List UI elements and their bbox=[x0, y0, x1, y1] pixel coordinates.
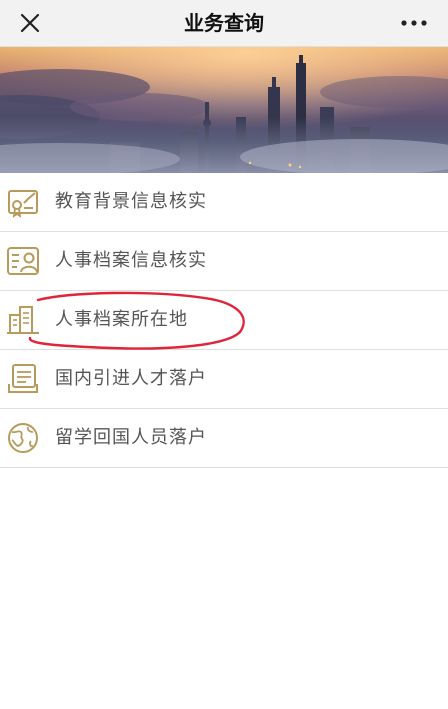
top-bar: 业务查询 bbox=[0, 0, 448, 47]
document-stack-icon bbox=[8, 364, 38, 393]
menu-item-label: 人事档案所在地 bbox=[55, 309, 188, 330]
banner-image bbox=[0, 47, 448, 173]
city-skyline-banner bbox=[0, 47, 448, 173]
menu-item-domestic-talent-settle[interactable]: 国内引进人才落户 bbox=[0, 350, 448, 409]
more-button[interactable] bbox=[394, 8, 434, 38]
menu-item-label: 留学回国人员落户 bbox=[55, 427, 207, 448]
close-button[interactable] bbox=[14, 8, 46, 38]
service-menu: 教育背景信息核实 人事档案信息核实 人事档案所在地 国内引进人才落户 留学回国人… bbox=[0, 173, 448, 468]
page: 业务查询 教育背景信息核实 人事档案信息核实 人事档案所在地 国内引进人才落户 … bbox=[0, 0, 448, 709]
buildings-icon bbox=[7, 306, 39, 334]
menu-item-returnee-settle[interactable]: 留学回国人员落户 bbox=[0, 409, 448, 468]
more-dots-icon bbox=[401, 20, 427, 26]
menu-item-personnel-file-location[interactable]: 人事档案所在地 bbox=[0, 291, 448, 350]
menu-item-label: 教育背景信息核实 bbox=[55, 191, 207, 212]
menu-item-label: 国内引进人才落户 bbox=[55, 368, 207, 389]
id-card-person-icon bbox=[7, 247, 39, 275]
menu-item-personnel-file-verify[interactable]: 人事档案信息核实 bbox=[0, 232, 448, 291]
close-icon bbox=[20, 13, 40, 33]
menu-item-label: 人事档案信息核实 bbox=[55, 250, 207, 271]
globe-icon bbox=[8, 423, 38, 453]
certificate-check-icon bbox=[8, 190, 38, 218]
page-title: 业务查询 bbox=[184, 11, 264, 35]
menu-item-education-verify[interactable]: 教育背景信息核实 bbox=[0, 173, 448, 232]
